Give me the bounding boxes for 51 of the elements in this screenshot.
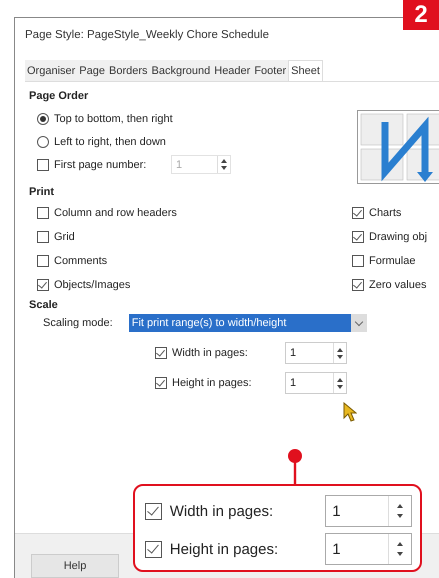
- checkbox[interactable]: [155, 377, 167, 389]
- scaling-mode-dropdown[interactable]: Fit print range(s) to width/height: [128, 314, 367, 332]
- checkbox-label: Width in pages:: [172, 347, 249, 359]
- field-label: Scaling mode:: [43, 317, 113, 329]
- checkbox[interactable]: [352, 231, 364, 243]
- tab[interactable]: Sheet: [288, 60, 323, 81]
- tab[interactable]: Page: [77, 60, 107, 81]
- window-title: Page Style: PageStyle_Weekly Chore Schedule: [24, 28, 270, 43]
- step-number-badge: 2: [403, 0, 439, 30]
- checkbox-label: Formulae: [369, 255, 416, 267]
- radio-button[interactable]: [37, 112, 49, 124]
- section-heading: Print: [29, 186, 56, 198]
- radio-button[interactable]: [37, 136, 49, 148]
- checkbox-label: Comments: [54, 255, 108, 267]
- spin-field[interactable]: 1: [285, 372, 347, 394]
- checkbox[interactable]: [352, 207, 364, 219]
- checkbox-label: Drawing obj: [369, 231, 428, 243]
- checkbox[interactable]: [37, 279, 49, 291]
- tab[interactable]: Header: [212, 60, 252, 81]
- checkbox[interactable]: [145, 540, 162, 558]
- spin-field[interactable]: 1: [325, 495, 412, 527]
- tab[interactable]: Background: [150, 60, 212, 81]
- spin-field[interactable]: 1: [325, 533, 412, 565]
- spin-field[interactable]: 1: [285, 342, 347, 364]
- section-heading: Page Order: [29, 90, 90, 102]
- checkbox-label: First page number:: [54, 158, 148, 170]
- radio-option[interactable]: Left to right, then down: [37, 130, 231, 153]
- checkbox-label: Column and row headers: [54, 207, 177, 219]
- option-label: Top to bottom, then right: [54, 112, 173, 124]
- checkbox[interactable]: [145, 502, 162, 520]
- tab[interactable]: Organiser: [25, 60, 78, 81]
- checkbox-label: Charts: [369, 207, 402, 219]
- checkbox[interactable]: [155, 347, 167, 359]
- section-heading: Scale: [29, 299, 59, 311]
- help-button[interactable]: Help: [31, 554, 119, 578]
- checkbox[interactable]: [37, 231, 49, 243]
- tab[interactable]: Borders: [107, 60, 150, 81]
- checkbox-label: Zero values: [369, 279, 426, 291]
- checkbox-label: Grid: [54, 231, 75, 243]
- mouse-pointer-icon: [343, 402, 357, 422]
- checkbox[interactable]: [352, 255, 364, 267]
- checkbox[interactable]: [37, 255, 49, 267]
- radio-option[interactable]: Top to bottom, then right: [37, 107, 231, 130]
- checkbox-label: Height in pages:: [172, 377, 252, 389]
- checkbox[interactable]: [37, 207, 49, 219]
- checkbox-label: Height in pages:: [170, 540, 280, 558]
- option-label: Left to right, then down: [54, 136, 166, 148]
- tab[interactable]: Footer: [252, 60, 288, 81]
- checkbox[interactable]: [352, 279, 364, 291]
- checkbox-label: Objects/Images: [54, 279, 130, 291]
- checkbox-label: Width in pages:: [170, 502, 274, 520]
